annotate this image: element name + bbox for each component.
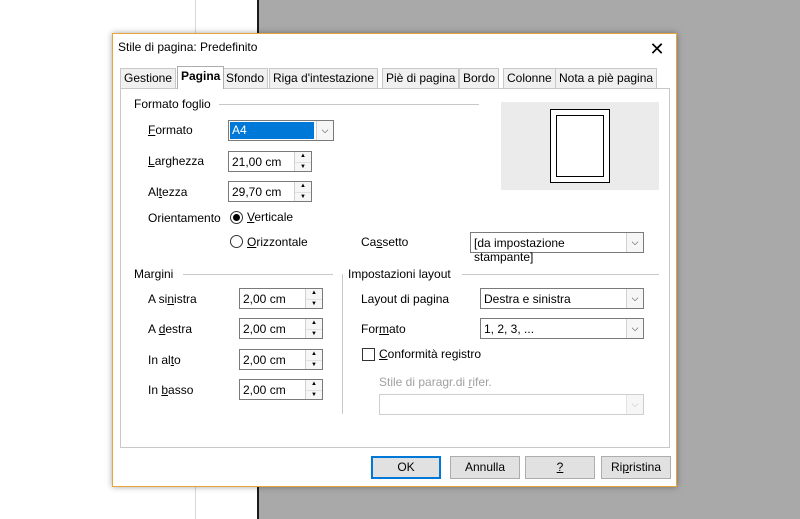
register-true-label[interactable]: Conformità registro xyxy=(379,347,481,361)
numbering-format-value: 1, 2, 3, ... xyxy=(484,322,535,336)
width-label: Larghezza xyxy=(148,154,205,168)
layout-settings-heading: Impostazioni layout xyxy=(348,267,451,281)
spin-down-icon[interactable]: ▼ xyxy=(306,389,322,399)
tab-bordo[interactable]: Bordo xyxy=(459,68,500,88)
width-value: 21,00 cm xyxy=(232,155,282,169)
spin-buttons: ▲ ▼ xyxy=(294,152,311,171)
margin-top-spinner[interactable]: 2,00 cm ▲ ▼ xyxy=(239,349,323,370)
spin-up-icon[interactable]: ▲ xyxy=(295,152,311,162)
margin-right-spinner[interactable]: 2,00 cm ▲ ▼ xyxy=(239,318,323,339)
margins-divider xyxy=(183,274,333,275)
spin-down-icon[interactable]: ▼ xyxy=(306,359,322,369)
tab-pagina[interactable]: Pagina xyxy=(177,66,225,89)
reset-button[interactable]: Ripristina xyxy=(601,456,671,479)
tab-sfondo[interactable]: Sfondo xyxy=(222,68,269,88)
paper-format-heading: Formato foglio xyxy=(134,97,211,111)
orientation-label: Orientamento xyxy=(148,211,221,225)
chevron-down-icon[interactable]: ⌵ xyxy=(626,289,643,308)
preview-margins xyxy=(556,115,604,177)
portrait-label[interactable]: Verticale xyxy=(247,210,293,224)
preview-page xyxy=(550,109,610,183)
margin-left-spinner[interactable]: 2,00 cm ▲ ▼ xyxy=(239,288,323,309)
paper-format-divider xyxy=(219,104,479,105)
height-label: Altezza xyxy=(148,185,188,199)
tray-select[interactable]: [da impostazione stampante] ⌵ xyxy=(470,232,644,264)
spin-down-icon[interactable]: ▼ xyxy=(306,298,322,308)
tab-pie-di-pagina[interactable]: Piè di pagina xyxy=(382,68,460,88)
chevron-down-icon[interactable]: ⌵ xyxy=(626,233,643,252)
tab-nota-pie-pagina[interactable]: Nota a piè pagina xyxy=(555,68,658,88)
margin-top-label: In alto xyxy=(148,353,181,367)
tab-gestione[interactable]: Gestione xyxy=(120,68,177,88)
margin-top-value: 2,00 cm xyxy=(243,353,286,367)
layout-settings-divider xyxy=(462,274,659,275)
spin-up-icon[interactable]: ▲ xyxy=(295,182,311,192)
section-separator xyxy=(342,274,343,414)
margin-right-label: A destra xyxy=(148,322,193,336)
dialog-titlebar: Stile di pagina: Predefinito ✕ xyxy=(113,34,676,64)
spin-buttons: ▲ ▼ xyxy=(305,319,322,338)
page-layout-value: Destra e sinistra xyxy=(484,292,571,306)
tray-label: Cassetto xyxy=(361,235,409,249)
landscape-radio[interactable] xyxy=(230,235,243,248)
margin-bottom-value: 2,00 cm xyxy=(243,383,286,397)
page-style-dialog: Stile di pagina: Predefinito ✕ Gestione … xyxy=(112,33,677,487)
margin-left-label: A sinistra xyxy=(148,292,197,306)
spin-buttons: ▲ ▼ xyxy=(305,380,322,399)
tab-colonne[interactable]: Colonne xyxy=(503,68,556,88)
chevron-down-icon: ⌵ xyxy=(626,395,643,414)
width-spinner[interactable]: 21,00 cm ▲ ▼ xyxy=(228,151,312,172)
format-label: Formato xyxy=(148,123,193,137)
height-value: 29,70 cm xyxy=(232,185,282,199)
chevron-down-icon[interactable]: ⌵ xyxy=(626,319,643,338)
spin-buttons: ▲ ▼ xyxy=(294,182,311,201)
page-layout-select[interactable]: Destra e sinistra ⌵ xyxy=(480,288,644,309)
numbering-format-label: Formato xyxy=(361,322,406,336)
register-true-checkbox[interactable] xyxy=(362,348,375,361)
margin-bottom-spinner[interactable]: 2,00 cm ▲ ▼ xyxy=(239,379,323,400)
spin-up-icon[interactable]: ▲ xyxy=(306,380,322,390)
spin-up-icon[interactable]: ▲ xyxy=(306,289,322,299)
landscape-label[interactable]: Orizzontale xyxy=(247,235,308,249)
reference-style-label: Stile di paragr.di rifer. xyxy=(379,375,492,389)
height-spinner[interactable]: 29,70 cm ▲ ▼ xyxy=(228,181,312,202)
margin-right-value: 2,00 cm xyxy=(243,322,286,336)
spin-down-icon[interactable]: ▼ xyxy=(295,191,311,201)
spin-down-icon[interactable]: ▼ xyxy=(295,161,311,171)
spin-buttons: ▲ ▼ xyxy=(305,350,322,369)
tab-panel-pagina: Formato foglio Formato A4 ⌵ Larghezza 21… xyxy=(120,88,670,448)
portrait-radio[interactable] xyxy=(230,211,243,224)
spin-down-icon[interactable]: ▼ xyxy=(306,328,322,338)
page-preview xyxy=(501,102,659,190)
close-icon[interactable]: ✕ xyxy=(646,38,668,60)
help-button[interactable]: ? xyxy=(525,456,595,479)
page-layout-label: Layout di pagina xyxy=(361,292,450,306)
ok-button[interactable]: OK xyxy=(371,456,441,479)
tray-value: [da impostazione stampante] xyxy=(474,236,565,264)
margin-left-value: 2,00 cm xyxy=(243,292,286,306)
spin-up-icon[interactable]: ▲ xyxy=(306,319,322,329)
chevron-down-icon[interactable]: ⌵ xyxy=(316,121,333,140)
format-select[interactable]: A4 ⌵ xyxy=(228,120,334,141)
spin-buttons: ▲ ▼ xyxy=(305,289,322,308)
spin-up-icon[interactable]: ▲ xyxy=(306,350,322,360)
margins-heading: Margini xyxy=(134,267,174,281)
margin-bottom-label: In basso xyxy=(148,383,194,397)
format-value: A4 xyxy=(230,122,314,139)
dialog-title: Stile di pagina: Predefinito xyxy=(118,40,258,54)
numbering-format-select[interactable]: 1, 2, 3, ... ⌵ xyxy=(480,318,644,339)
tab-riga-intestazione[interactable]: Riga d'intestazione xyxy=(269,68,379,88)
reference-style-select: ⌵ xyxy=(379,394,644,415)
cancel-button[interactable]: Annulla xyxy=(450,456,520,479)
